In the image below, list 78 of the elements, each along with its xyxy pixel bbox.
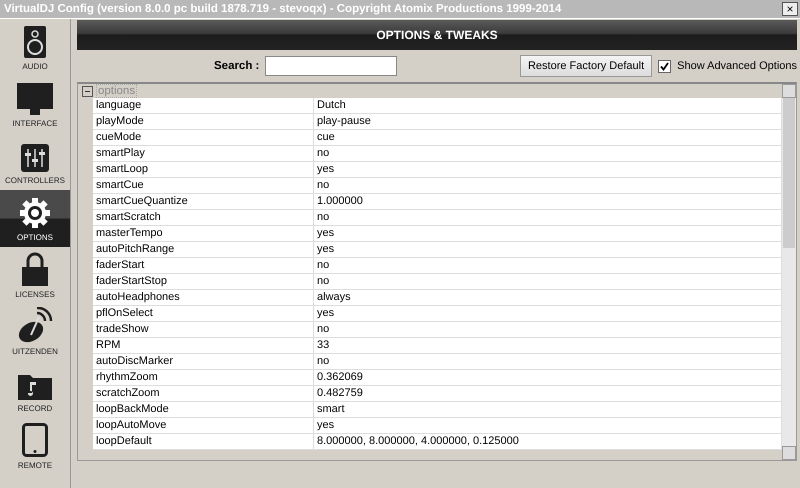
sidebar-item[interactable]: LICENSES — [0, 247, 70, 304]
table-cell: smartCueQuantize — [93, 194, 314, 210]
table-cell: rhythmZoom — [93, 370, 314, 386]
table-cell: pflOnSelect — [93, 306, 314, 322]
table-cell: no — [314, 274, 782, 290]
table-cell: 8.000000, 8.000000, 4.000000, 0.125000 — [314, 434, 782, 450]
gear-icon — [19, 197, 51, 229]
table-cell: loopBackMode — [93, 402, 314, 418]
table-cell: autoHeadphones — [93, 290, 314, 306]
table-cell: scratchZoom — [93, 386, 314, 402]
sidebar-item[interactable]: AUDIO — [0, 19, 70, 76]
table-cell: 1.000000 — [314, 194, 782, 210]
search-field[interactable] — [265, 56, 398, 76]
sidebar-item[interactable]: INTERFACE — [0, 76, 70, 133]
table-cell: no — [314, 178, 782, 194]
table-cell: faderStart — [93, 258, 314, 274]
table-cell: 33 — [314, 338, 782, 354]
restore-button[interactable]: Restore Factory Default — [520, 55, 652, 77]
table-cell: yes — [314, 162, 782, 178]
sidebar-label: LICENSES — [15, 290, 55, 299]
sidebar-item[interactable]: OPTIONS — [0, 190, 70, 247]
collapse-icon[interactable] — [82, 86, 93, 96]
table-cell: no — [314, 258, 782, 274]
sidebar-label: OPTIONS — [16, 233, 53, 242]
table-cell: loopAutoMove — [93, 418, 314, 434]
table-cell: language — [93, 98, 314, 114]
satellite-dish-icon — [17, 307, 53, 343]
table-cell: smartScratch — [93, 210, 314, 226]
table-cell: yes — [314, 242, 782, 258]
header-bar: OPTIONS & TWEAKS — [77, 20, 797, 50]
checkbox-label: Show Advanced Options — [677, 60, 797, 72]
sidebar-label: AUDIO — [22, 62, 48, 71]
sidebar-label: REMOTE — [18, 461, 52, 470]
table-cell: no — [314, 210, 782, 226]
sidebar-item[interactable]: UITZENDEN — [0, 304, 70, 361]
speaker-icon — [24, 26, 46, 58]
table-cell: no — [314, 146, 782, 162]
table-cell: cue — [314, 130, 782, 146]
table-cell: playMode — [93, 114, 314, 130]
table-cell: yes — [314, 226, 782, 242]
sidebar-item[interactable]: CONTROLLERS — [0, 133, 70, 190]
checkbox[interactable] — [658, 60, 672, 72]
window-title: VirtualDJ Config (version 8.0.0 pc build 1878.719 - stevoqx) - Copyright Atomix Productions 1999-2014 — [4, 3, 562, 15]
table-cell: 0.482759 — [314, 386, 782, 402]
scrollbar[interactable] — [782, 84, 796, 460]
tablet-icon — [22, 423, 48, 457]
table-cell: smartCue — [93, 178, 314, 194]
sidebar-item[interactable]: RECORD — [0, 361, 70, 418]
table-cell: always — [314, 290, 782, 306]
table-cell: RPM — [93, 338, 314, 354]
table-cell: loopDefault — [93, 434, 314, 450]
table-cell: smart — [314, 402, 782, 418]
table-cell: 0.362069 — [314, 370, 782, 386]
monitor-icon — [17, 83, 53, 115]
table-cell: no — [314, 354, 782, 370]
table-cell: no — [314, 322, 782, 338]
sidebar-label: CONTROLLERS — [4, 176, 65, 185]
table-cell: play-pause — [314, 114, 782, 130]
sliders-icon — [21, 144, 49, 172]
lock-icon — [22, 252, 48, 286]
sidebar-item[interactable]: REMOTE — [0, 418, 70, 475]
table-cell: Dutch — [314, 98, 782, 114]
table-cell: masterTempo — [93, 226, 314, 242]
close-button[interactable]: × — [782, 2, 798, 16]
sidebar-label: UITZENDEN — [12, 347, 58, 356]
table-cell: cueMode — [93, 130, 314, 146]
search-label: Search : — [214, 60, 260, 72]
table-cell: smartPlay — [93, 146, 314, 162]
table-cell: autoDiscMarker — [93, 354, 314, 370]
table-cell: faderStartStop — [93, 274, 314, 290]
table-cell: autoPitchRange — [93, 242, 314, 258]
sidebar-label: RECORD — [18, 404, 52, 413]
music-folder-icon — [18, 372, 52, 400]
sidebar-label: INTERFACE — [12, 119, 58, 128]
table-cell: tradeShow — [93, 322, 314, 338]
table-cell: yes — [314, 418, 782, 434]
table-cell: yes — [314, 306, 782, 322]
table-cell: smartLoop — [93, 162, 314, 178]
